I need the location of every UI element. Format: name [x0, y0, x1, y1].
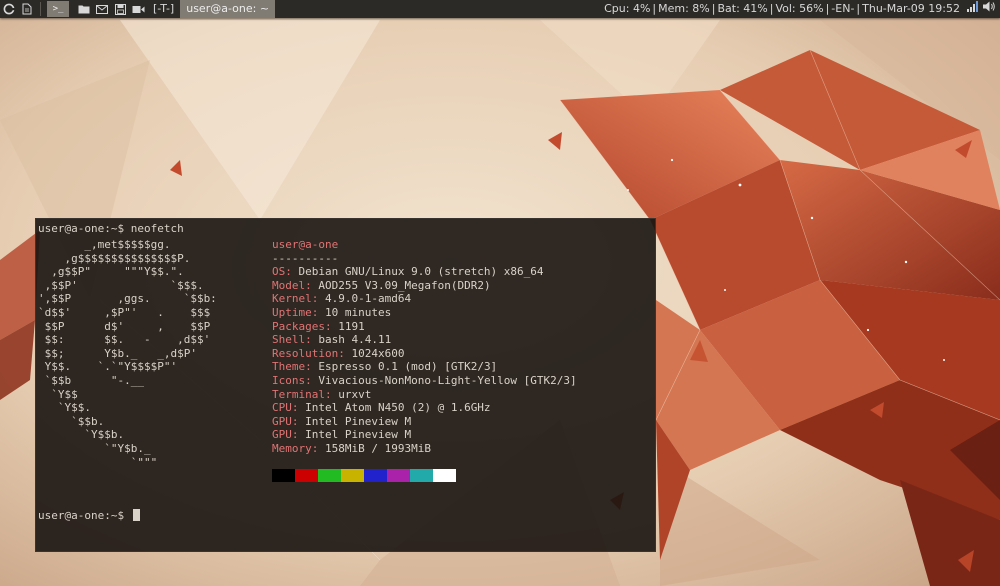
panel-separator: [40, 2, 41, 16]
speaker-icon[interactable]: [983, 0, 996, 18]
volume-status: Vol: 56%: [775, 2, 824, 15]
palette-swatch-3: [341, 469, 364, 482]
color-palette: [272, 469, 456, 482]
layout-indicator[interactable]: [-T-]: [147, 0, 180, 18]
info-terminal: Terminal: urxvt: [272, 387, 372, 401]
debian-ascii-logo: _,met$$$$$gg. ,g$$$$$$$$$$$$$$$P. ,g$$P"…: [38, 238, 217, 469]
active-window-title[interactable]: user@a-one: ~: [180, 0, 276, 18]
palette-swatch-2: [318, 469, 341, 482]
mail-icon[interactable]: [93, 0, 111, 18]
keyboard-layout[interactable]: -EN-: [830, 0, 855, 18]
info-gpu: GPU: Intel Pineview M: [272, 414, 412, 428]
info-theme: Theme: Espresso 0.1 (mod) [GTK2/3]: [272, 360, 498, 374]
battery-status: Bat: 41%: [717, 2, 768, 15]
info-icons: Icons: Vivacious-NonMono-Light-Yellow [G…: [272, 373, 577, 387]
palette-swatch-0: [272, 469, 295, 482]
info-cpu: CPU: Intel Atom N450 (2) @ 1.6GHz: [272, 401, 491, 415]
info-kernel: Kernel: 4.9.0-1-amd64: [272, 292, 412, 306]
info-packages: Packages: 1191: [272, 319, 365, 333]
palette-swatch-1: [295, 469, 318, 482]
palette-swatch-4: [364, 469, 387, 482]
cpu-status: Cpu: 4%: [604, 2, 651, 15]
info-uptime: Uptime: 10 minutes: [272, 305, 392, 319]
folder-icon[interactable]: [75, 0, 93, 18]
system-info: user@a-one ---------- OS: Debian GNU/Lin…: [272, 238, 577, 456]
terminal-window[interactable]: user@a-one:~$ neofetch _,met$$$$$gg. ,g$…: [35, 218, 656, 552]
info-memory: Memory: 158MiB / 1993MiB: [272, 441, 431, 455]
terminal-command-line: user@a-one:~$ neofetch: [38, 222, 184, 235]
info-resolution: Resolution: 1024x600: [272, 346, 405, 360]
info-gpu: GPU: Intel Pineview M: [272, 428, 412, 442]
user-host-underline: ----------: [272, 251, 339, 265]
system-tray: [967, 0, 996, 18]
top-panel: >_ [-T-] user@a-one: ~ Cpu: 4% | Mem: 8%…: [0, 0, 1000, 18]
palette-swatch-7: [433, 469, 456, 482]
mem-status: Mem: 8%: [658, 2, 710, 15]
signal-icon[interactable]: [967, 0, 979, 18]
text-cursor: [132, 509, 140, 521]
clock: Thu-Mar-09 19:52: [862, 2, 960, 15]
user-host: user@a-one: [272, 238, 339, 251]
save-icon[interactable]: [111, 0, 129, 18]
info-shell: Shell: bash 4.4.11: [272, 333, 392, 347]
palette-swatch-6: [410, 469, 433, 482]
shell-prompt: user@a-one:~$: [38, 509, 131, 522]
document-icon[interactable]: [18, 0, 36, 18]
info-os: OS: Debian GNU/Linux 9.0 (stretch) x86_6…: [272, 265, 544, 279]
status-bar: Cpu: 4% | Mem: 8% | Bat: 41% | Vol: 56% …: [603, 0, 1000, 18]
palette-swatch-5: [387, 469, 410, 482]
debian-swirl-icon[interactable]: [0, 0, 18, 18]
info-model: Model: AOD255 V3.09_Megafon(DDR2): [272, 278, 491, 292]
video-icon[interactable]: [129, 0, 147, 18]
terminal-prompt-line[interactable]: user@a-one:~$: [38, 509, 140, 523]
terminal-icon[interactable]: >_: [47, 1, 69, 17]
